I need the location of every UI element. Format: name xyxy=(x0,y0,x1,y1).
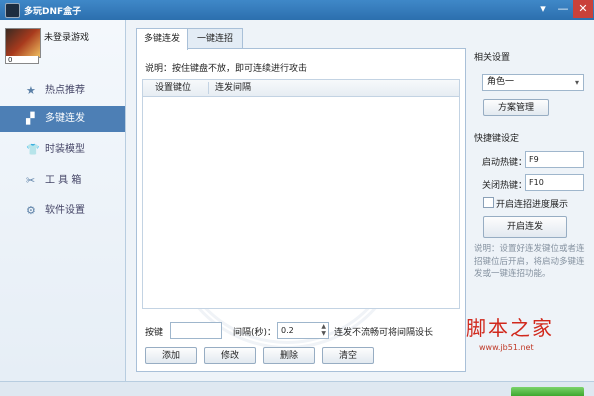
title-bar[interactable]: 多玩DNF盒子 ▾ — ✕ xyxy=(0,0,594,20)
interval-value: 0.2 xyxy=(281,326,294,335)
key-input[interactable] xyxy=(170,322,222,339)
status-bar xyxy=(0,381,594,396)
nav-item-settings[interactable]: ⚙ 软件设置 xyxy=(0,198,125,224)
nav-item-label: 热点推荐 xyxy=(45,85,85,96)
start-hotkey-input[interactable]: F9 xyxy=(525,151,584,168)
interval-note: 连发不流畅可将间隔设长 xyxy=(334,328,434,338)
stepper-arrows-icon[interactable]: ▲ ▼ xyxy=(321,323,326,337)
nav-item-label: 工 具 箱 xyxy=(45,175,82,186)
stop-hotkey-label: 关闭热键： xyxy=(482,181,528,191)
site-watermark: 脚本之家 xyxy=(466,316,554,340)
nav-item-hot[interactable]: ★ 热点推荐 xyxy=(0,78,125,104)
user-name: 未登录游戏 xyxy=(44,33,90,43)
settings-heading: 相关设置 xyxy=(474,53,511,63)
column-header-key: 设置键位 xyxy=(155,83,192,93)
nav-item-label: 时装模型 xyxy=(45,144,85,155)
manage-profiles-button[interactable]: 方案管理 xyxy=(483,99,549,116)
minimize-button[interactable]: — xyxy=(553,0,573,18)
edit-button[interactable]: 修改 xyxy=(204,347,256,364)
nav-item-multikey[interactable]: ▞ 多键连发 xyxy=(0,106,125,132)
hotkey-heading: 快捷键设定 xyxy=(474,134,520,144)
interval-stepper[interactable]: 0.2 ▲ ▼ xyxy=(277,322,329,339)
interval-label: 间隔(秒)： xyxy=(233,328,277,338)
profile-select[interactable]: 角色一 ▾ xyxy=(482,74,584,91)
delete-button[interactable]: 删除 xyxy=(263,347,315,364)
progress-display-label: 开启连招进度展示 xyxy=(496,200,569,210)
apps-icon: ▞ xyxy=(26,112,35,125)
column-divider xyxy=(208,82,209,94)
shirt-icon: 👕 xyxy=(26,143,40,156)
sidebar: 0 未登录游戏 ★ 热点推荐 ▞ 多键连发 👕 时装模型 ✂ 工 具 箱 ⚙ 软… xyxy=(0,20,126,381)
site-watermark-url: www.jb51.net xyxy=(479,343,534,352)
star-icon: ★ xyxy=(26,84,36,97)
clear-button[interactable]: 清空 xyxy=(322,347,374,364)
start-hotkey-label: 启动热键： xyxy=(482,158,528,168)
tab-multikey[interactable]: 多键连发 xyxy=(136,28,188,50)
key-list-table[interactable]: 设置键位 连发间隔 xyxy=(142,79,460,309)
column-header-interval: 连发间隔 xyxy=(215,83,252,93)
window-title: 多玩DNF盒子 xyxy=(24,7,82,17)
nav-item-fashion[interactable]: 👕 时装模型 xyxy=(0,137,125,163)
start-rapidfire-button[interactable]: 开启连发 xyxy=(483,216,567,238)
profile-select-value: 角色一 xyxy=(487,77,515,87)
gear-icon: ⚙ xyxy=(26,204,36,217)
settings-help-text: 说明：设置好连发键位或者连招键位后开启，将启动多键连发或一键连招功能。 xyxy=(474,244,585,279)
key-label: 按键 xyxy=(145,328,164,338)
tools-icon: ✂ xyxy=(26,174,36,187)
nav-item-toolbox[interactable]: ✂ 工 具 箱 xyxy=(0,168,125,194)
stop-hotkey-input[interactable]: F10 xyxy=(525,174,584,191)
panel-description: 说明：按住键盘不放，即可连续进行攻击 xyxy=(145,64,308,74)
close-button[interactable]: ✕ xyxy=(573,0,593,18)
tab-combo[interactable]: 一键连招 xyxy=(187,28,243,49)
menu-button[interactable]: ▾ xyxy=(533,0,553,18)
avatar[interactable] xyxy=(5,28,41,58)
progress-display-checkbox[interactable] xyxy=(483,197,494,208)
nav-item-label: 多键连发 xyxy=(45,113,85,124)
add-button[interactable]: 添加 xyxy=(145,347,197,364)
multikey-panel: 说明：按住键盘不放，即可连续进行攻击 设置键位 连发间隔 按键 间隔(秒)： 0… xyxy=(136,48,466,372)
chevron-down-icon: ▾ xyxy=(574,78,579,87)
table-header: 设置键位 连发间隔 xyxy=(143,80,459,97)
nav-item-label: 软件设置 xyxy=(45,205,85,216)
app-logo-icon xyxy=(5,3,20,18)
user-level-badge: 0 xyxy=(5,56,39,64)
